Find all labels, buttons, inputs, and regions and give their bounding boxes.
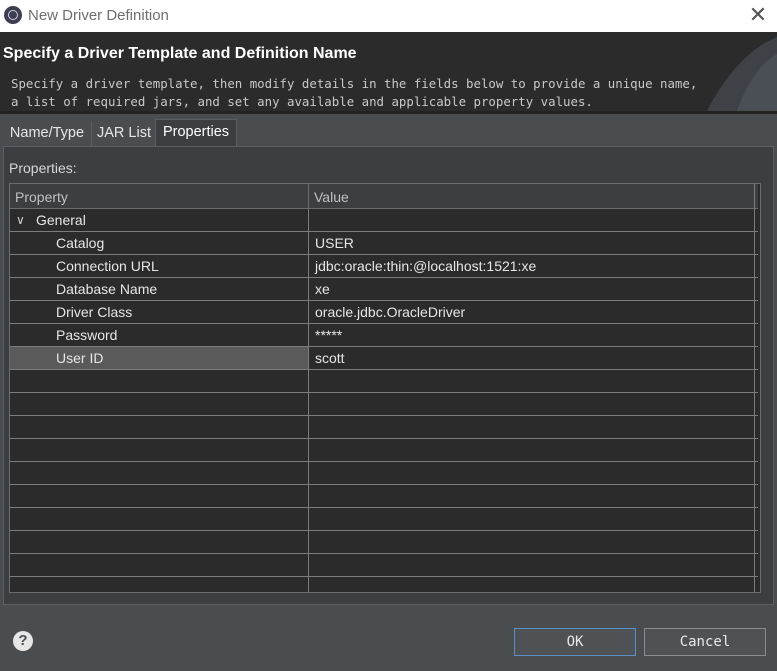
window-title: New Driver Definition (28, 7, 169, 24)
title-bar: New Driver Definition ✕ (0, 0, 777, 32)
tab-properties[interactable]: Properties (155, 119, 237, 147)
property-name: Password (56, 327, 118, 343)
help-icon[interactable]: ? (13, 631, 33, 651)
wizard-header: Specify a Driver Template and Definition… (0, 32, 777, 111)
column-header-property[interactable]: Property (10, 184, 309, 208)
property-value[interactable]: xe (309, 278, 757, 300)
table-edge (754, 184, 755, 592)
empty-row (10, 393, 758, 416)
table-row[interactable]: Connection URL jdbc:oracle:thin:@localho… (10, 255, 758, 278)
property-value[interactable]: scott (309, 347, 757, 369)
header-description: Specify a driver template, then modify d… (11, 76, 698, 109)
property-value[interactable]: USER (309, 232, 757, 254)
cancel-button[interactable]: Cancel (644, 628, 766, 656)
table-row[interactable]: Password ***** (10, 324, 758, 347)
properties-label: Properties: (9, 160, 77, 176)
tab-bar: Name/Type JAR List Properties (0, 114, 777, 147)
empty-row (10, 508, 758, 531)
ok-button[interactable]: OK (514, 628, 636, 656)
table-row[interactable]: Database Name xe (10, 278, 758, 301)
empty-row (10, 577, 758, 592)
tab-jar-list[interactable]: JAR List (91, 121, 156, 146)
close-icon[interactable]: ✕ (745, 3, 771, 29)
empty-row (10, 485, 758, 508)
group-row-general[interactable]: ∨ General (10, 209, 758, 232)
property-value[interactable]: jdbc:oracle:thin:@localhost:1521:xe (309, 255, 757, 277)
empty-row (10, 531, 758, 554)
group-label: General (36, 212, 86, 228)
eclipse-icon (4, 6, 22, 24)
table-row[interactable]: Driver Class oracle.jdbc.OracleDriver (10, 301, 758, 324)
empty-row (10, 462, 758, 485)
banner-graphic (707, 37, 777, 111)
empty-row (10, 370, 758, 393)
empty-row (10, 554, 758, 577)
property-value[interactable]: ***** (309, 324, 757, 346)
properties-panel: Properties: Property Value ∨ General Cat… (3, 146, 774, 605)
properties-table: Property Value ∨ General Catalog USER Co… (9, 183, 761, 593)
empty-row (10, 439, 758, 462)
tab-name-type[interactable]: Name/Type (3, 121, 91, 146)
property-name: Driver Class (56, 304, 133, 320)
empty-row (10, 416, 758, 439)
property-name: Catalog (56, 235, 105, 251)
table-row-selected[interactable]: User ID scott (10, 347, 758, 370)
property-value[interactable]: oracle.jdbc.OracleDriver (309, 301, 757, 323)
table-row[interactable]: Catalog USER (10, 232, 758, 255)
chevron-down-icon[interactable]: ∨ (16, 209, 25, 232)
table-header: Property Value (10, 184, 758, 209)
property-name: User ID (56, 350, 104, 366)
property-name: Connection URL (56, 258, 159, 274)
property-name: Database Name (56, 281, 158, 297)
column-header-value[interactable]: Value (309, 184, 758, 208)
header-title: Specify a Driver Template and Definition… (3, 45, 357, 62)
